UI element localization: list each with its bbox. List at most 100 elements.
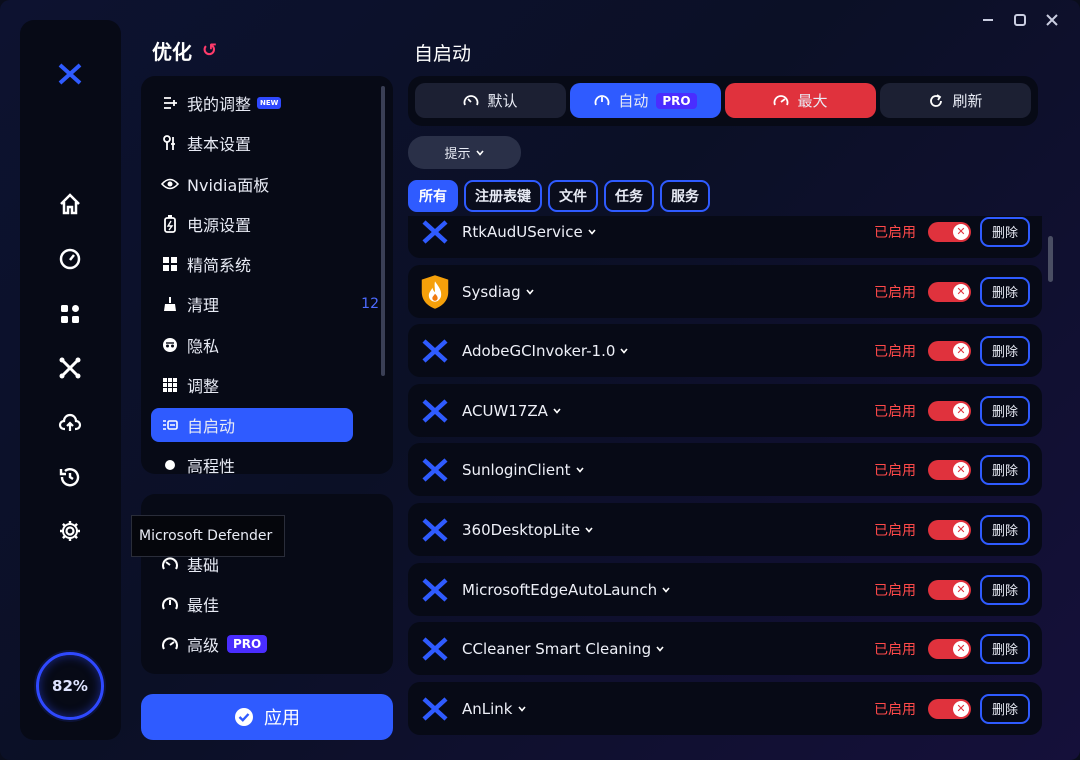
app-name[interactable]: SunloginClient bbox=[462, 461, 585, 479]
menu-item-cutoff[interactable]: 高程性 bbox=[151, 448, 353, 474]
app-window: 82% 优化 ↺ 我的调整 NEW 基本设置 Nvidia面板 电源设置 精简系… bbox=[0, 0, 1080, 760]
menu-item-clean[interactable]: 清理 12 bbox=[151, 287, 379, 321]
app-name[interactable]: MicrosoftEdgeAutoLaunch bbox=[462, 581, 671, 599]
refresh-button[interactable]: 刷新 bbox=[880, 83, 1031, 118]
app-name[interactable]: AnLink bbox=[462, 700, 527, 718]
delete-button[interactable]: 删除 bbox=[980, 693, 1030, 724]
close-icon: ✕ bbox=[953, 521, 969, 538]
mode-default-button[interactable]: 默认 bbox=[415, 83, 566, 118]
maximize-icon bbox=[1014, 14, 1026, 26]
nvidia-eye-icon bbox=[161, 175, 179, 193]
list-add-icon bbox=[161, 94, 179, 112]
delete-button[interactable]: 删除 bbox=[980, 514, 1030, 545]
delete-button[interactable]: 删除 bbox=[980, 574, 1030, 605]
menu-item-lite-system[interactable]: 精简系统 bbox=[151, 247, 353, 281]
section-title: 优化 ↺ bbox=[152, 36, 217, 65]
enable-toggle[interactable]: ✕ bbox=[928, 638, 971, 659]
optimize-title: 优化 bbox=[152, 40, 192, 64]
status-label: 已启用 bbox=[874, 522, 916, 539]
close-icon bbox=[1046, 14, 1058, 26]
new-badge: NEW bbox=[257, 97, 282, 109]
delete-button[interactable]: 删除 bbox=[980, 276, 1030, 307]
enable-toggle[interactable]: ✕ bbox=[928, 519, 971, 540]
cloud-upload-icon[interactable] bbox=[54, 407, 86, 439]
check-circle-icon bbox=[235, 708, 253, 726]
enable-toggle[interactable]: ✕ bbox=[928, 579, 971, 600]
gear-icon[interactable] bbox=[54, 515, 86, 547]
filter-registry[interactable]: 注册表键 bbox=[464, 180, 542, 212]
filter-files[interactable]: 文件 bbox=[548, 180, 598, 212]
filter-tabs: 所有 注册表键 文件 任务 服务 bbox=[408, 180, 710, 212]
chevron-down-icon bbox=[620, 347, 628, 354]
menu-item-startup[interactable]: 自启动 bbox=[151, 408, 353, 442]
close-icon: ✕ bbox=[953, 700, 969, 717]
filter-tasks[interactable]: 任务 bbox=[604, 180, 654, 212]
gauge-icon bbox=[774, 94, 789, 105]
delete-button[interactable]: 删除 bbox=[980, 395, 1030, 426]
list-item: MicrosoftEdgeAutoLaunch 已启用 ✕ 删除 bbox=[408, 563, 1042, 616]
delete-button[interactable]: 删除 bbox=[980, 454, 1030, 485]
close-icon: ✕ bbox=[953, 402, 969, 419]
enable-toggle[interactable]: ✕ bbox=[928, 459, 971, 480]
mode-max-button[interactable]: 最大 bbox=[725, 83, 876, 118]
x-logo-icon bbox=[420, 634, 450, 664]
speedometer-icon[interactable] bbox=[54, 243, 86, 275]
home-icon[interactable] bbox=[54, 188, 86, 220]
list-item: AnLink 已启用 ✕ 删除 bbox=[408, 682, 1042, 735]
x-logo-icon bbox=[420, 575, 450, 605]
delete-button[interactable]: 删除 bbox=[980, 335, 1030, 366]
list-item: CCleaner Smart Cleaning 已启用 ✕ 删除 bbox=[408, 622, 1042, 675]
plan-best[interactable]: 最佳 bbox=[161, 592, 219, 616]
chevron-down-icon bbox=[553, 407, 561, 414]
clean-count: 12 bbox=[361, 296, 379, 312]
list-item: SunloginClient 已启用 ✕ 删除 bbox=[408, 443, 1042, 496]
menu-item-nvidia[interactable]: Nvidia面板 bbox=[151, 167, 353, 201]
enable-toggle[interactable]: ✕ bbox=[928, 221, 971, 242]
app-name[interactable]: AdobeGCInvoker-1.0 bbox=[462, 342, 629, 360]
maximize-button[interactable] bbox=[1010, 10, 1030, 30]
grid-icon bbox=[161, 376, 179, 394]
app-name[interactable]: ACUW17ZA bbox=[462, 402, 562, 420]
enable-toggle[interactable]: ✕ bbox=[928, 400, 971, 421]
app-name[interactable]: 360DesktopLite bbox=[462, 521, 594, 539]
minimize-button[interactable] bbox=[978, 10, 998, 30]
chevron-down-icon bbox=[475, 149, 484, 156]
page-title: 自启动 bbox=[414, 43, 472, 65]
status-label: 已启用 bbox=[874, 462, 916, 479]
filter-all[interactable]: 所有 bbox=[408, 180, 458, 212]
menu-item-basic-settings[interactable]: 基本设置 bbox=[151, 126, 353, 160]
close-button[interactable] bbox=[1042, 10, 1062, 30]
hint-dropdown[interactable]: 提示 bbox=[408, 136, 521, 169]
app-name[interactable]: RtkAudUService bbox=[462, 223, 597, 241]
menu-item-privacy[interactable]: 隐私 bbox=[151, 328, 353, 362]
plan-advanced[interactable]: 高级 PRO bbox=[161, 632, 268, 656]
mode-auto-button[interactable]: 自动 PRO bbox=[570, 83, 721, 118]
logo-nav-icon[interactable] bbox=[54, 352, 86, 384]
app-name[interactable]: Sysdiag bbox=[462, 283, 535, 301]
x-logo-icon bbox=[420, 396, 450, 426]
menu-item-my-tweaks[interactable]: 我的调整 NEW bbox=[151, 86, 353, 120]
filter-services[interactable]: 服务 bbox=[660, 180, 710, 212]
enable-toggle[interactable]: ✕ bbox=[928, 698, 971, 719]
gauge-icon bbox=[594, 94, 610, 105]
close-icon: ✕ bbox=[953, 461, 969, 478]
app-name[interactable]: CCleaner Smart Cleaning bbox=[462, 640, 665, 658]
status-label: 已启用 bbox=[874, 224, 916, 241]
menu-item-tweaks[interactable]: 调整 bbox=[151, 368, 353, 402]
x-logo-icon bbox=[420, 455, 450, 485]
undo-icon[interactable]: ↺ bbox=[202, 40, 217, 61]
enable-toggle[interactable]: ✕ bbox=[928, 340, 971, 361]
apply-button[interactable]: 应用 bbox=[141, 694, 393, 740]
startup-icon bbox=[161, 416, 179, 434]
optimize-menu: 我的调整 NEW 基本设置 Nvidia面板 电源设置 精简系统 清理 12 隐… bbox=[141, 76, 393, 474]
menu-item-power[interactable]: 电源设置 bbox=[151, 207, 353, 241]
history-icon[interactable] bbox=[54, 461, 86, 493]
enable-toggle[interactable]: ✕ bbox=[928, 281, 971, 302]
delete-button[interactable]: 删除 bbox=[980, 216, 1030, 247]
apps-icon[interactable] bbox=[54, 298, 86, 330]
menu-scrollbar[interactable] bbox=[381, 86, 385, 376]
list-scrollbar[interactable] bbox=[1048, 236, 1053, 282]
delete-button[interactable]: 删除 bbox=[980, 633, 1030, 664]
windows-icon bbox=[161, 255, 179, 273]
status-label: 已启用 bbox=[874, 343, 916, 360]
